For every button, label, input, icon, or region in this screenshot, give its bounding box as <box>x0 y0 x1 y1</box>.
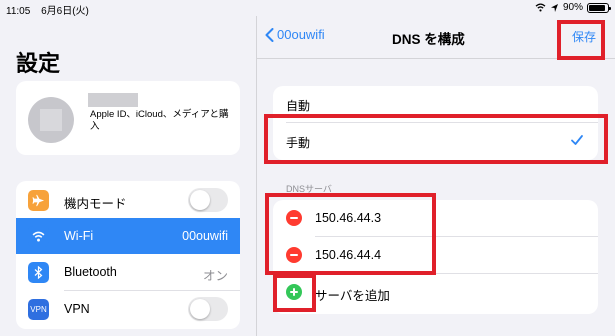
dns-server-row[interactable]: 150.46.44.4 <box>273 237 598 274</box>
avatar <box>28 97 74 143</box>
chevron-left-icon <box>265 27 274 42</box>
status-bar: 11:05 6月6日(火) 90% <box>0 0 615 17</box>
dns-servers-group: 150.46.44.3 150.46.44.4 サーバを追加 <box>273 200 598 314</box>
nav-title: DNS を構成 <box>392 32 465 47</box>
back-button-label: 00ouwifi <box>277 27 325 42</box>
wifi-network-value: 00ouwifi <box>182 229 228 243</box>
battery-level <box>589 4 605 11</box>
bluetooth-icon <box>28 262 49 283</box>
airplane-icon <box>28 190 49 211</box>
apple-id-subtitle: Apple ID、iCloud、メディアと購入 <box>90 109 229 132</box>
dns-mode-option-auto[interactable]: 自動 <box>273 86 598 123</box>
battery-percent: 90% <box>562 2 583 13</box>
remove-icon[interactable] <box>286 247 302 263</box>
toggle-knob <box>190 190 210 210</box>
wifi-status-icon <box>535 3 546 12</box>
dns-server-row[interactable]: 150.46.44.3 <box>273 200 598 237</box>
bluetooth-value: オン <box>202 269 228 283</box>
settings-menu: 機内モード Wi-Fi 00ouwifi Bluetooth オン VPN VP… <box>16 181 240 329</box>
option-label: 手動 <box>286 136 311 150</box>
vpn-toggle[interactable] <box>188 297 228 321</box>
dns-mode-group: 自動 手動 <box>273 86 598 160</box>
add-icon[interactable] <box>286 284 302 300</box>
sidebar-item-label: 機内モード <box>64 197 127 211</box>
sidebar-item-airplane-mode[interactable]: 機内モード <box>16 182 240 219</box>
avatar-placeholder <box>40 109 62 131</box>
option-label: 自動 <box>286 99 311 113</box>
back-button[interactable]: 00ouwifi <box>265 27 325 42</box>
toggle-knob <box>190 299 210 319</box>
remove-icon[interactable] <box>286 210 302 226</box>
battery-icon <box>587 2 611 13</box>
sidebar-item-label: VPN <box>64 302 90 316</box>
dns-server-address: 150.46.44.3 <box>315 211 382 225</box>
dns-mode-option-manual[interactable]: 手動 <box>273 123 598 160</box>
redacted-name <box>88 93 138 107</box>
sidebar-item-vpn[interactable]: VPN VPN <box>16 291 240 327</box>
add-server-label: サーバを追加 <box>315 289 390 303</box>
sidebar-item-label: Bluetooth <box>64 265 117 279</box>
add-server-row[interactable]: サーバを追加 <box>273 274 598 311</box>
checkmark-icon <box>571 135 583 145</box>
sidebar-item-bluetooth[interactable]: Bluetooth オン <box>16 254 240 291</box>
vpn-icon: VPN <box>28 299 49 320</box>
dns-server-address: 150.46.44.4 <box>315 248 382 262</box>
wifi-icon <box>28 226 49 247</box>
location-icon <box>550 3 558 12</box>
save-button[interactable]: 保存 <box>572 28 596 45</box>
airplane-mode-toggle[interactable] <box>188 188 228 212</box>
page-title: 設定 <box>16 51 61 76</box>
apple-id-card[interactable]: Apple ID、iCloud、メディアと購入 <box>16 81 240 155</box>
nav-divider <box>257 58 615 59</box>
sidebar-item-wifi[interactable]: Wi-Fi 00ouwifi <box>16 218 240 254</box>
sidebar-item-label: Wi-Fi <box>64 229 94 243</box>
dns-servers-header: DNSサーバ <box>286 184 332 194</box>
